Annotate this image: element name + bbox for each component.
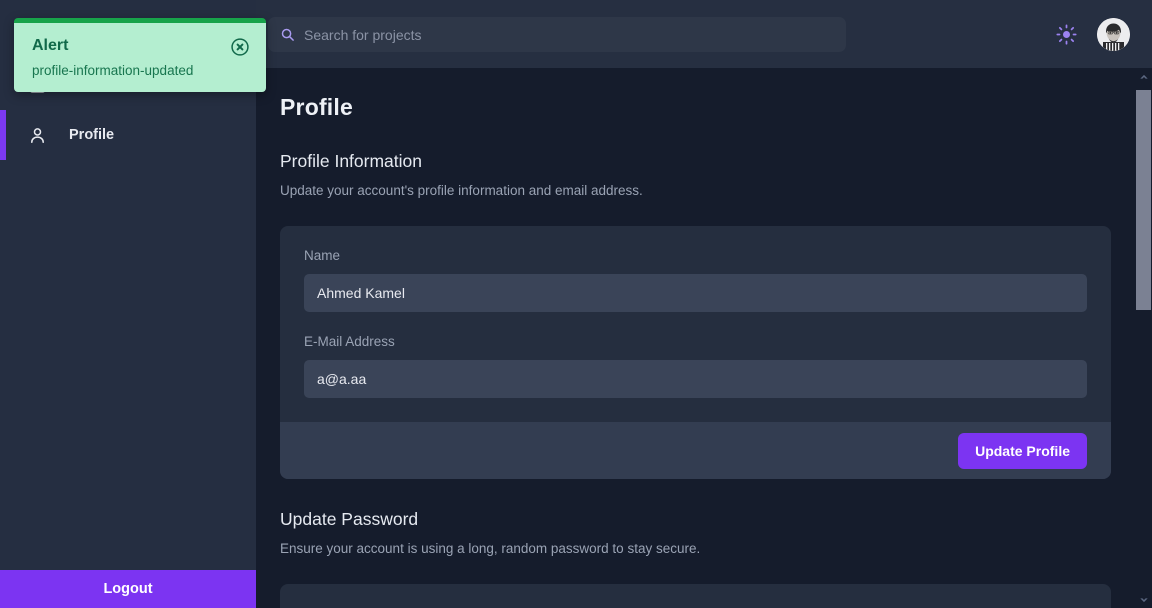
sun-icon[interactable] [1053,21,1079,47]
email-input[interactable] [304,360,1087,398]
email-field-group: E-Mail Address [304,334,1087,398]
email-label: E-Mail Address [304,334,395,349]
update-profile-button[interactable]: Update Profile [958,432,1087,469]
alert-message: profile-information-updated [32,63,194,78]
avatar[interactable] [1097,17,1130,51]
update-password-header: Update Password Ensure your account is u… [280,509,1135,556]
top-bar-actions [1053,0,1130,68]
section-subtitle: Ensure your account is using a long, ran… [280,541,701,556]
scroll-down-button[interactable] [1135,591,1152,608]
section-subtitle: Update your account's profile informatio… [280,183,643,198]
page-title: Profile [280,94,353,120]
top-bar [256,0,1152,68]
section-title: Update Password [280,509,419,529]
name-field-group: Name [304,248,1087,312]
app-root: Dashboard Profile Logout [0,0,1152,608]
name-label: Name [304,248,341,263]
name-input[interactable] [304,274,1087,312]
scrollbar-thumb[interactable] [1136,90,1151,310]
alert-toast-header: Alert [32,37,250,57]
logout-button[interactable]: Logout [0,570,256,608]
profile-card-footer: Update Profile [280,422,1111,479]
main-content: Profile Profile Information Update your … [256,68,1135,608]
search-icon [280,27,295,42]
profile-information-card: Name E-Mail Address Update Profile [280,226,1111,479]
alert-toast: Alert profile-information-updated [14,18,266,92]
chevron-down-icon [1139,597,1148,602]
scrollbar-track[interactable] [1135,85,1152,591]
search-box[interactable] [268,17,846,52]
scroll-up-button[interactable] [1135,68,1152,85]
search-input[interactable] [304,26,834,43]
section-title: Profile Information [280,151,423,171]
content-area: Profile Profile Information Update your … [256,0,1152,608]
alert-title: Alert [32,37,69,54]
sidebar-item-profile[interactable]: Profile [0,110,256,160]
user-icon [28,126,47,145]
chevron-up-icon [1139,74,1148,79]
sidebar-item-label: Profile [69,127,115,143]
profile-form: Name E-Mail Address [280,226,1111,422]
close-circle-icon[interactable] [230,37,250,57]
vertical-scrollbar[interactable] [1135,68,1152,608]
profile-information-header: Profile Information Update your account'… [280,151,1135,198]
update-password-card [280,584,1111,608]
